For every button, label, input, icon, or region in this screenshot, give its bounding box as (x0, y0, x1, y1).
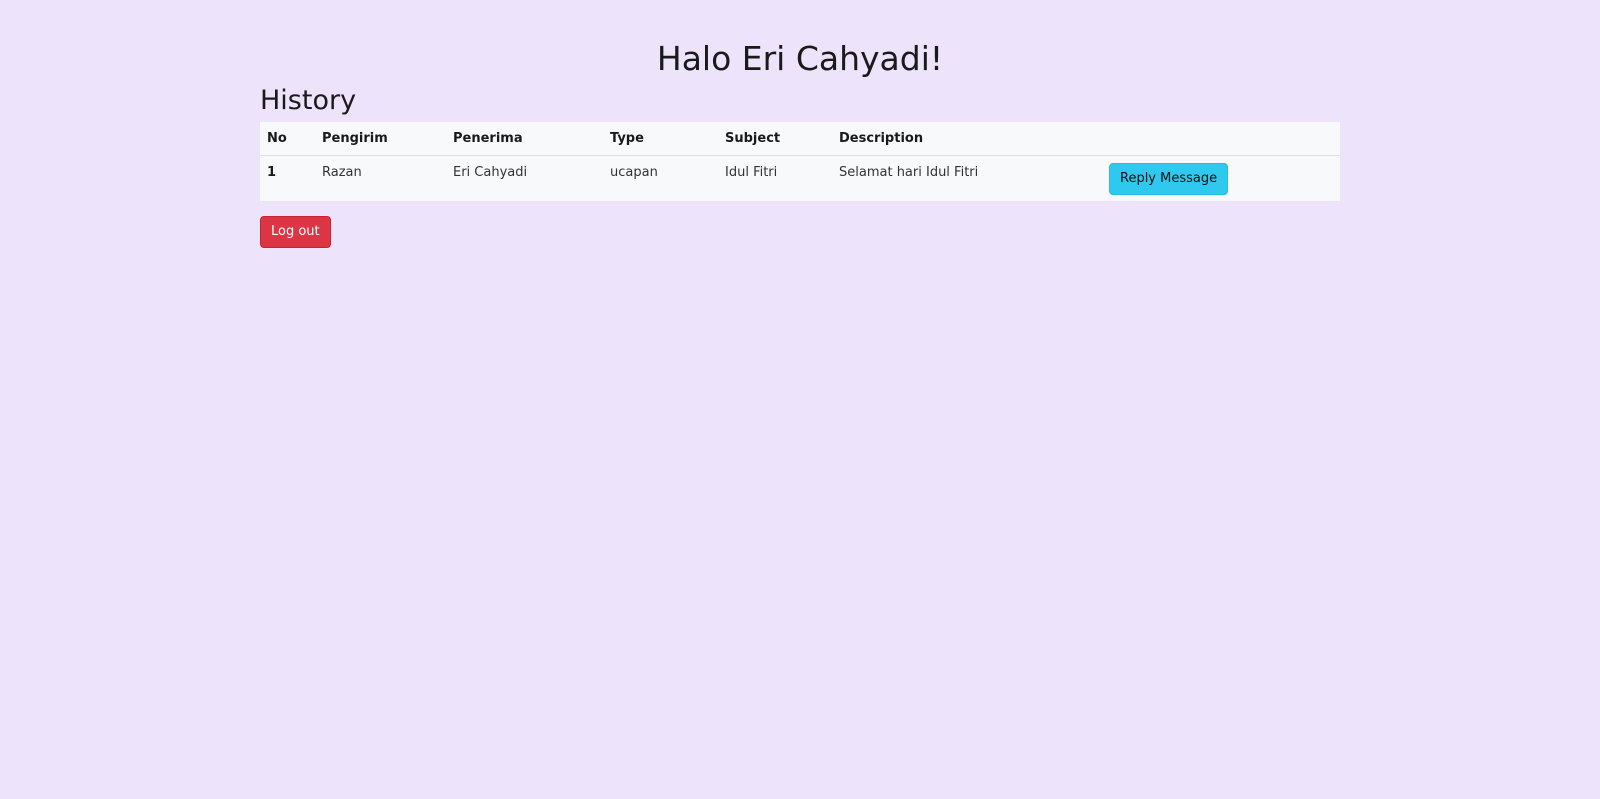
column-header-no: No (260, 122, 315, 156)
cell-penerima: Eri Cahyadi (453, 165, 528, 180)
cell-action: Reply Message (1102, 156, 1340, 201)
cell-no: 1 (267, 165, 277, 180)
column-header-pengirim: Pengirim (315, 122, 446, 156)
column-header-action (1102, 122, 1340, 156)
column-header-subject: Subject (718, 122, 832, 156)
reply-message-button[interactable]: Reply Message (1109, 163, 1229, 195)
column-header-type: Type (603, 122, 718, 156)
cell-description: Selamat hari Idul Fitri (839, 165, 979, 180)
history-title: History (260, 85, 357, 116)
table-header-row: No Pengirim Penerima Type Subject Descri… (260, 122, 1340, 156)
page: Halo Eri Cahyadi! History No Pengirim Pe… (0, 0, 1600, 799)
history-table: No Pengirim Penerima Type Subject Descri… (260, 122, 1340, 201)
table-row: 1 Razan Eri Cahyadi ucapan Idul Fitri Se… (260, 156, 1340, 201)
column-header-penerima: Penerima (446, 122, 603, 156)
cell-type: ucapan (610, 165, 658, 180)
cell-pengirim: Razan (322, 165, 362, 180)
greeting-heading: Halo Eri Cahyadi! (656, 39, 944, 78)
main-container: History No Pengirim Penerima Type Subjec… (260, 84, 1340, 248)
cell-subject: Idul Fitri (725, 165, 778, 180)
logout-button[interactable]: Log out (260, 215, 331, 248)
column-header-description: Description (832, 122, 1102, 156)
